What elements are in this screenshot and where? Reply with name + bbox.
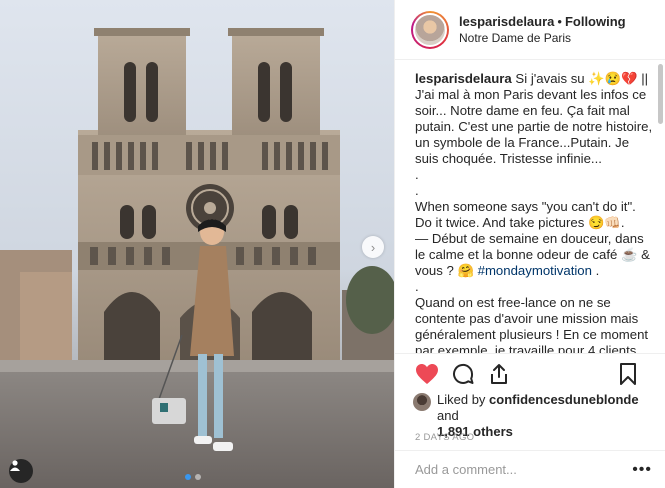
comment-bubble-icon [453,363,474,384]
caption-line: Quand on est free-lance on ne se content… [415,295,649,353]
share-button[interactable] [487,362,511,386]
carousel-dot-active [185,474,191,480]
header-separator: • [557,13,562,29]
caption-scroll-area[interactable]: lesparisdelaura Si j'avais su ✨😢💔 || J'a… [395,60,665,353]
caption-line: . [415,167,419,182]
carousel-dot [195,474,201,480]
likes-prefix: Liked by [437,392,490,407]
post-sidebar: lesparisdelaura • Following Notre Dame de … [394,0,665,488]
user-tag-button[interactable] [9,459,33,483]
share-icon [491,363,507,384]
comment-button[interactable] [451,362,475,386]
more-options-button[interactable]: ••• [632,461,652,479]
ellipsis-icon: ••• [632,461,652,478]
post-header: lesparisdelaura • Following Notre Dame de … [395,0,665,60]
post-header-text: lesparisdelaura • Following Notre Dame de … [459,13,626,47]
post-actions [395,353,665,393]
caption-username[interactable]: lesparisdelaura [415,71,512,86]
carousel-next-button[interactable]: › [362,236,384,258]
caption-scrollbar[interactable] [658,64,663,124]
heart-filled-icon [416,363,438,384]
chevron-right-icon: › [370,239,376,255]
post-timestamp[interactable]: 2 DAYS AGO [415,432,474,443]
bookmark-icon [620,363,636,385]
caption-line: When someone says "you can't do it". Do … [415,199,640,230]
avatar-image [413,12,447,47]
user-tag-icon [10,460,20,471]
hashtag-link[interactable]: #mondaymotivation [478,263,592,278]
save-button[interactable] [616,362,640,386]
author-username[interactable]: lesparisdelaura [459,14,554,29]
liker-avatar[interactable] [413,393,431,411]
comment-input[interactable] [415,462,615,477]
notre-dame-photo-illustration [0,28,394,488]
author-avatar[interactable] [411,10,449,49]
liker-username[interactable]: confidencesduneblonde [489,392,639,407]
post-photo[interactable]: › [0,0,394,488]
post-location[interactable]: Notre Dame de Paris [459,30,626,47]
caption-paragraph-hashtag: — Début de semaine en douceur, dans le c… [415,231,654,279]
carousel-indicator [185,474,201,480]
like-button[interactable] [415,362,439,386]
likes-middle: and [437,408,459,423]
caption-text-line: . [591,263,600,278]
caption-line: . [415,183,419,198]
caption-paragraph-1: lesparisdelaura Si j'avais su ✨😢💔 || J'a… [415,71,654,167]
caption-line: . [415,279,419,294]
following-button[interactable]: Following [565,14,626,29]
comment-form: ••• [395,450,665,488]
